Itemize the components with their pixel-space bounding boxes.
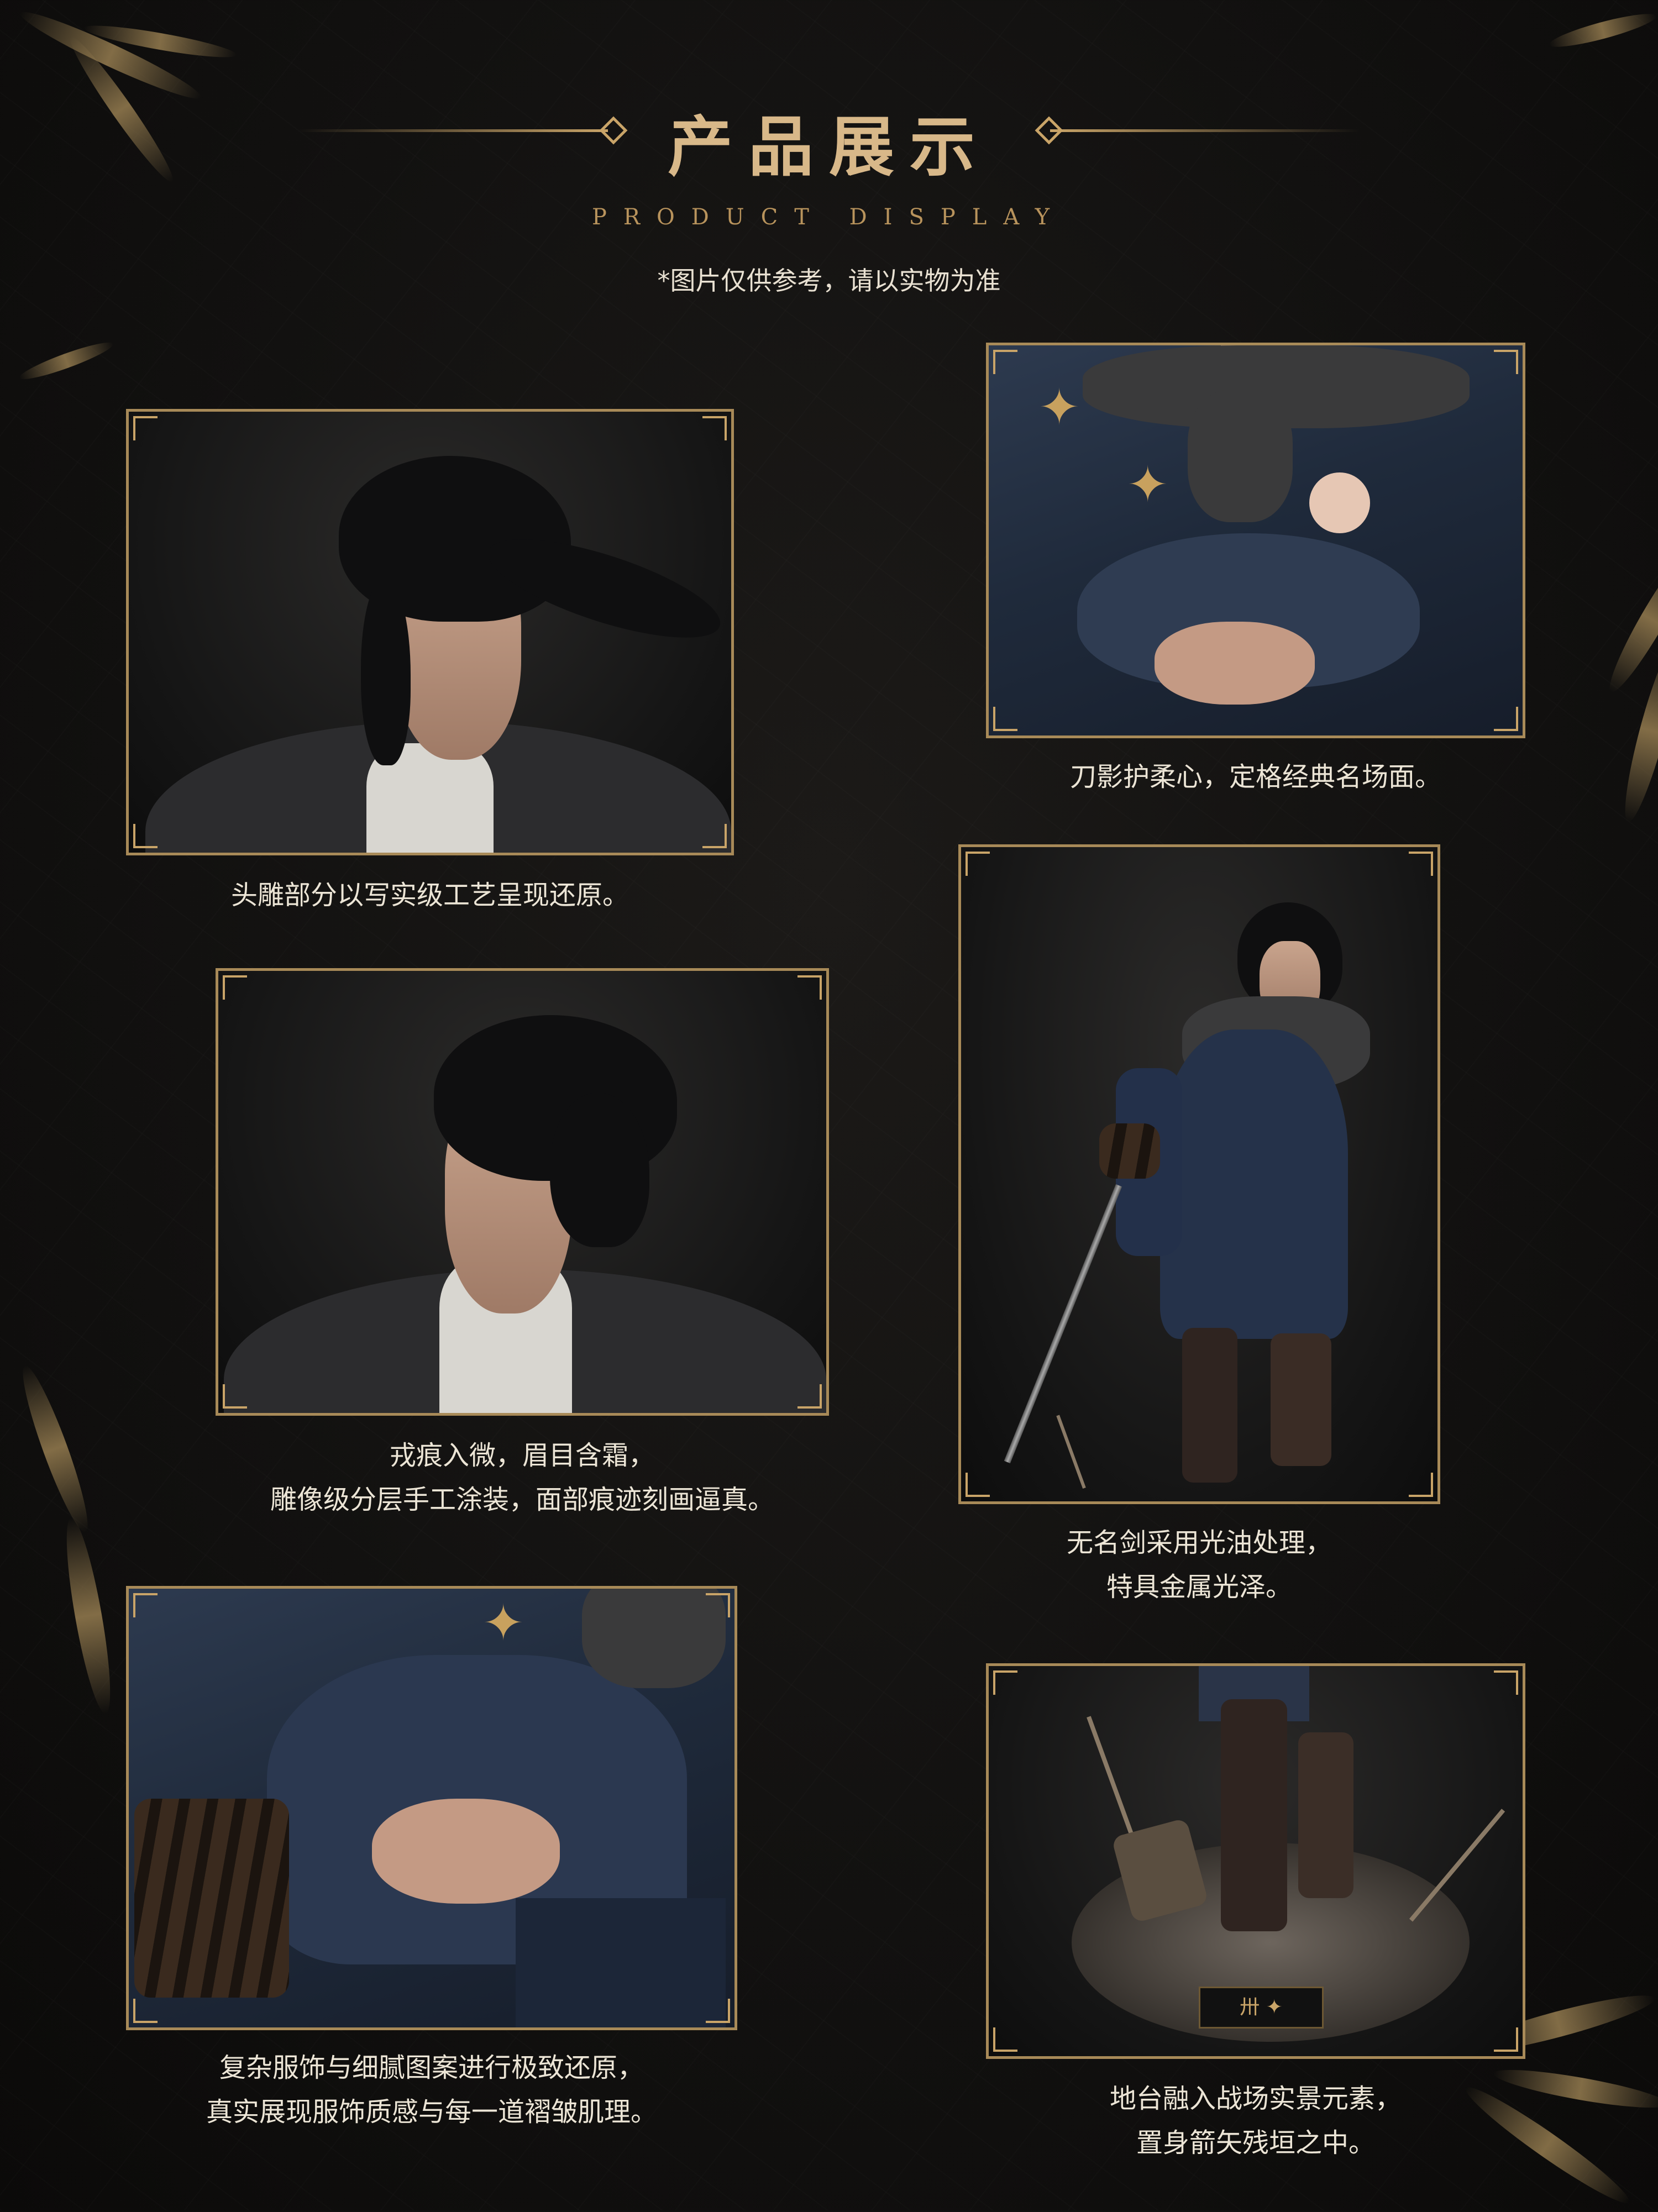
page-subtitle: PRODUCT DISPLAY (591, 204, 1067, 230)
brand-plaque: 卅 ✦ (1199, 1987, 1324, 2029)
frame-corner-ornament (133, 1999, 158, 2023)
caption-battlefield-base: 地台融入战场实景元素， 置身箭矢残垣之中。 (1109, 2083, 1402, 2158)
title-divider-right (1050, 129, 1360, 132)
frame-corner-ornament (797, 975, 822, 1000)
frame-corner-ornament (223, 1384, 247, 1409)
frame-corner-ornament (133, 416, 158, 440)
section-header: 产品展示 PRODUCT DISPLAY *图片仅供参考，请以实物为准 (0, 0, 1658, 309)
frame-corner-ornament (1494, 707, 1518, 731)
frame-corner-ornament (702, 824, 727, 848)
caption-head-sculpt: 头雕部分以写实级工艺呈现还原。 (230, 880, 629, 911)
frame-corner-ornament (1494, 350, 1518, 374)
caption-face-detail: 戎痕入微，眉目含霜， 雕像级分层手工涂装，面部痕迹刻画逼真。 (270, 1440, 774, 1515)
frame-corner-ornament (797, 1384, 822, 1409)
frame-corner-ornament (993, 350, 1017, 374)
photo-face-detail (216, 968, 829, 1416)
frame-corner-ornament (133, 824, 158, 848)
photo-head-sculpt (126, 409, 734, 855)
caption-baby-sling: 刀影护柔心，定格经典名场面。 (1069, 761, 1441, 792)
frame-corner-ornament (706, 1593, 730, 1617)
caption-costume-detail: 复杂服饰与细腻图案进行极致还原， 真实展现服饰质感与每一道褶皱肌理。 (206, 2052, 657, 2127)
frame-corner-ornament (966, 1473, 990, 1497)
frame-corner-ornament (1409, 1473, 1433, 1497)
frame-corner-ornament (706, 1999, 730, 2023)
frame-corner-ornament (966, 852, 990, 876)
diamond-ornament-left (599, 116, 628, 145)
photo-costume-detail: ✦ (126, 1586, 737, 2030)
frame-corner-ornament (993, 707, 1017, 731)
frame-corner-ornament (223, 975, 247, 1000)
frame-corner-ornament (702, 416, 727, 440)
disclaimer-note: *图片仅供参考，请以实物为准 (657, 266, 1001, 296)
frame-corner-ornament (1409, 852, 1433, 876)
frame-corner-ornament (993, 2027, 1017, 2052)
frame-corner-ornament (1494, 1670, 1518, 1695)
photo-battlefield-base: 卅 ✦ (986, 1663, 1525, 2059)
photo-baby-sling: ✦ ✦ (986, 343, 1525, 738)
title-divider-left (298, 129, 608, 132)
frame-corner-ornament (993, 1670, 1017, 1695)
frame-corner-ornament (133, 1593, 158, 1617)
caption-full-figure: 无名剑采用光油处理， 特具金属光泽。 (1066, 1527, 1332, 1602)
page-title: 产品展示 (667, 108, 990, 185)
frame-corner-ornament (1494, 2027, 1518, 2052)
photo-full-figure (958, 844, 1440, 1504)
